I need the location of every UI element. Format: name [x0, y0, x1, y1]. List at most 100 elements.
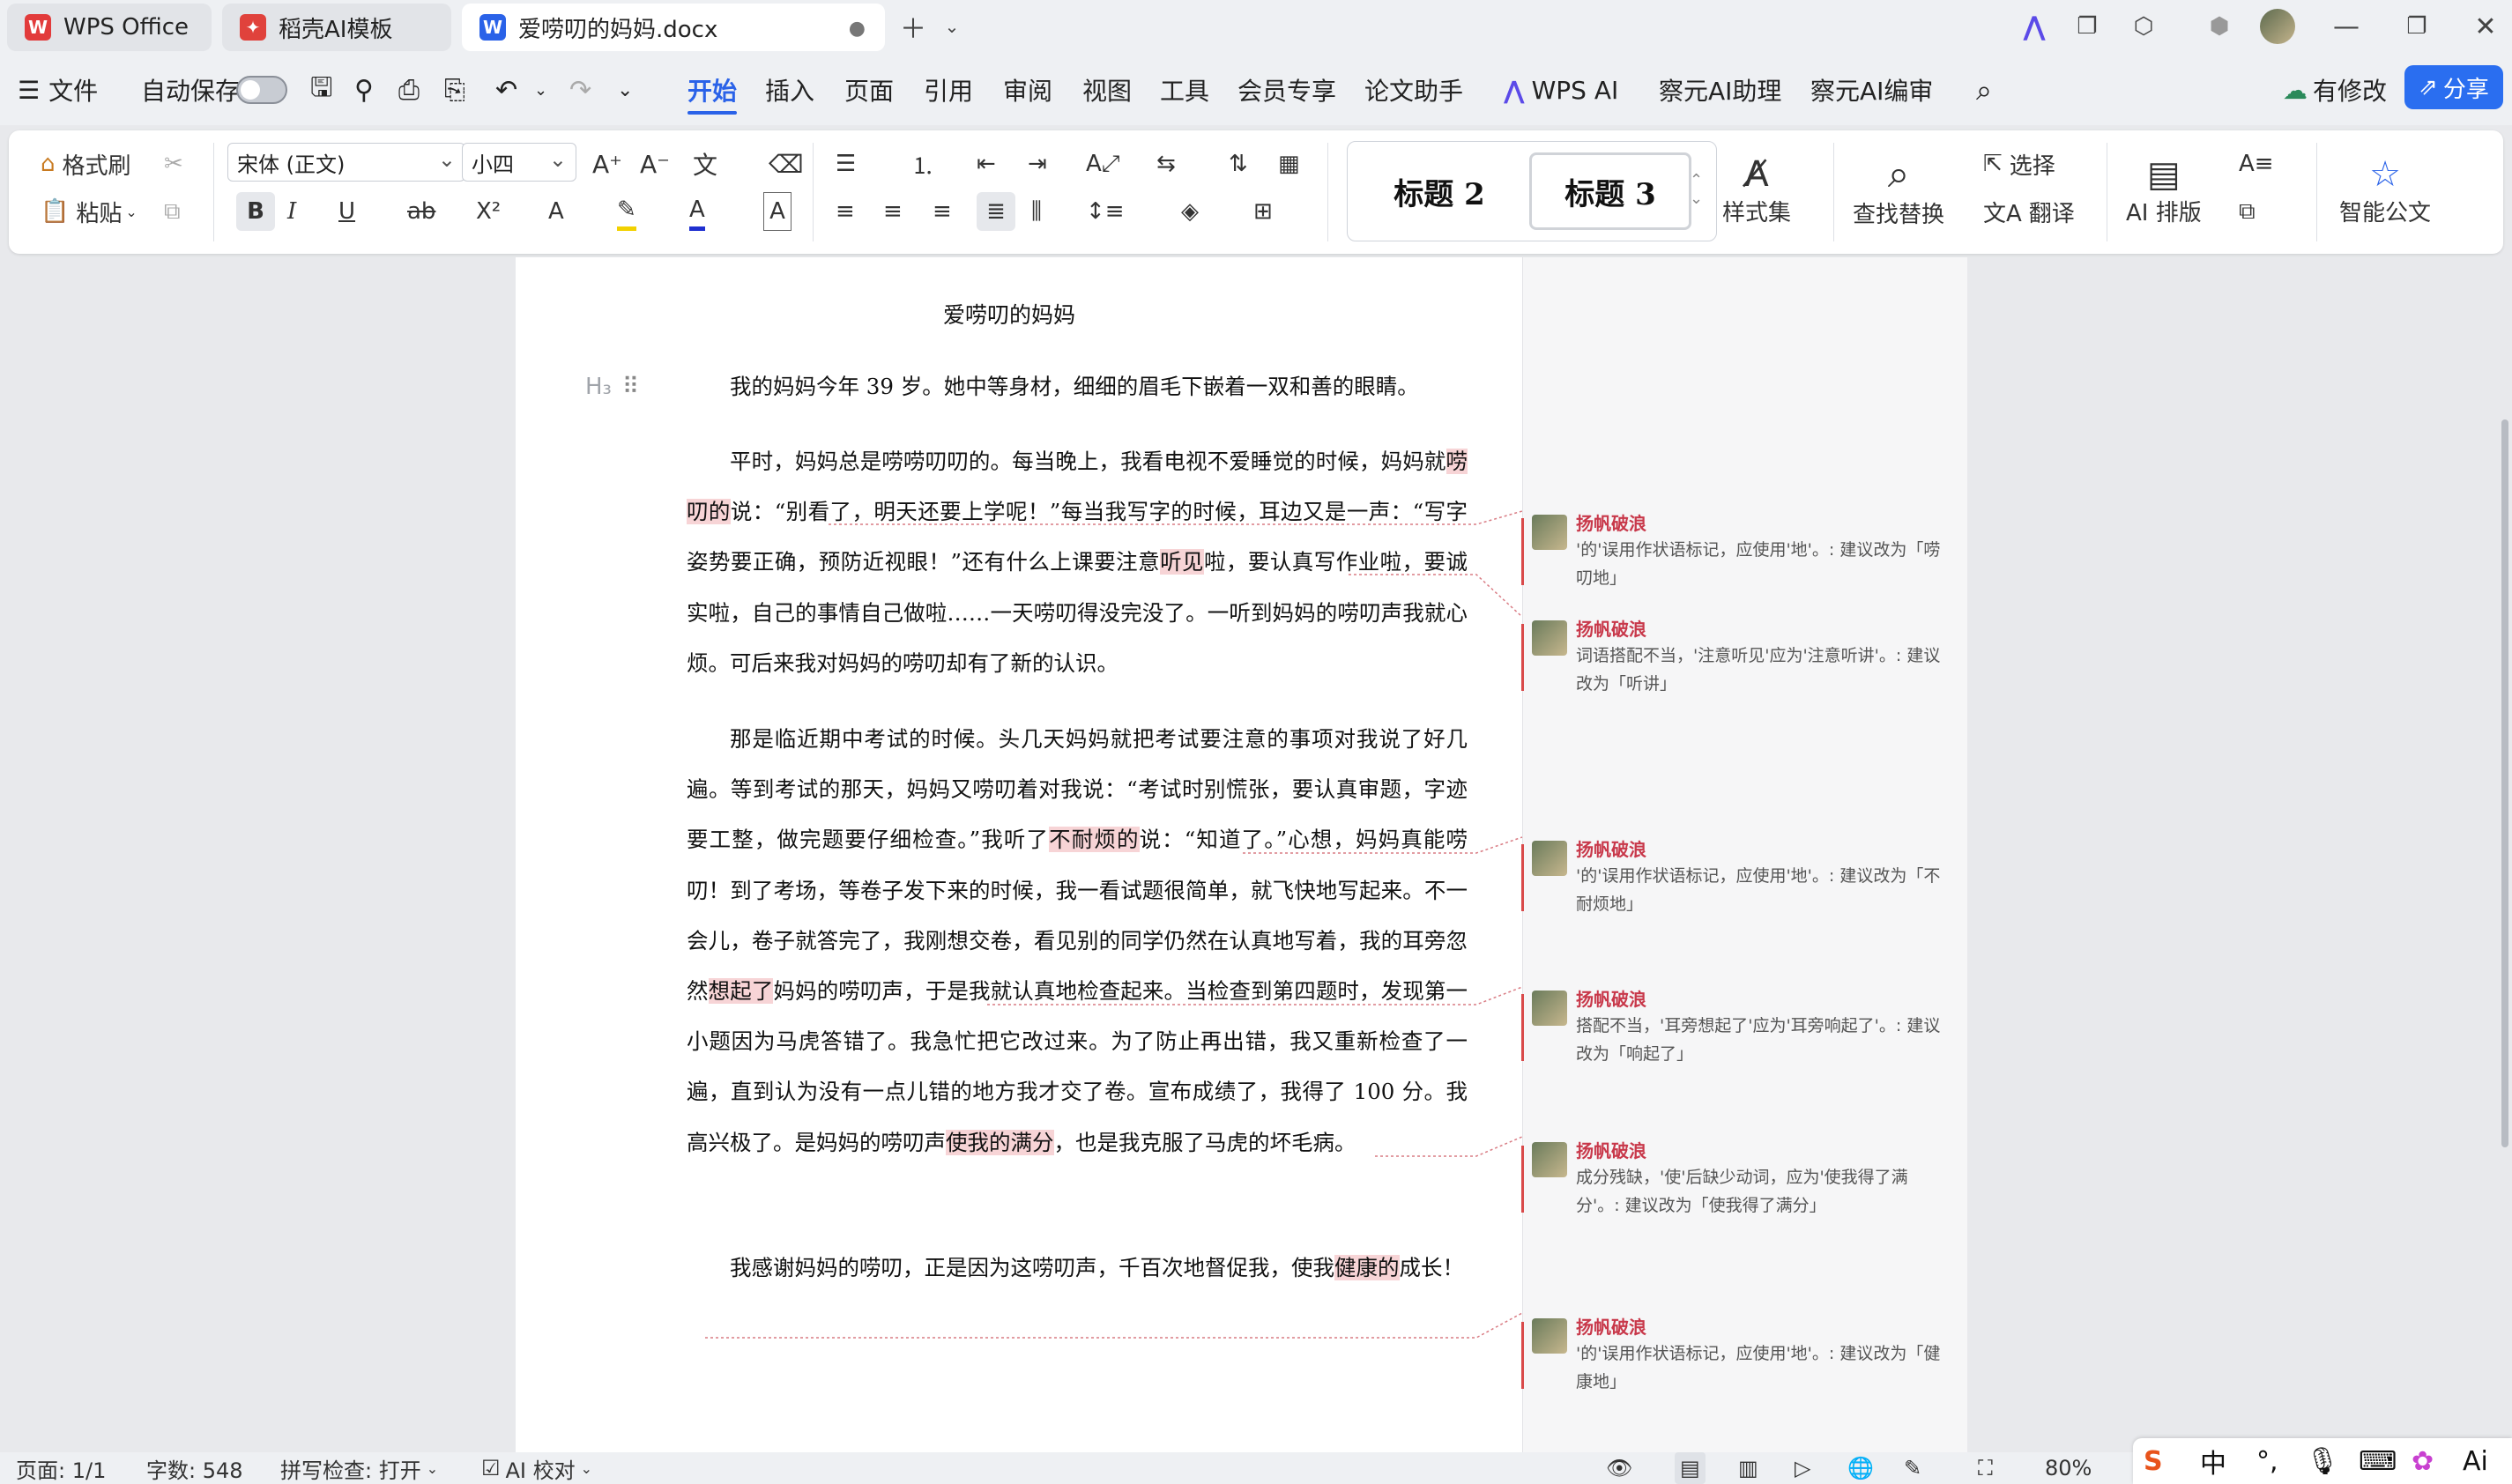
paragraph[interactable]: 我感谢妈妈的唠叨，正是因为这唠叨声，千百次地督促我，使我健康的成长！: [687, 1243, 1468, 1293]
file-menu[interactable]: ☰ 文件: [18, 55, 98, 125]
tab-tools[interactable]: 工具: [1160, 55, 1209, 125]
align-center-icon[interactable]: ≡: [883, 192, 903, 231]
close-window-icon[interactable]: ✕: [2466, 7, 2505, 46]
tab-wps-office[interactable]: W WPS Office: [7, 4, 212, 51]
close-tab-icon[interactable]: ●: [849, 18, 866, 40]
text-tools-icon[interactable]: A≡: [2239, 145, 2274, 183]
style-heading-3[interactable]: 标题 3: [1529, 152, 1691, 230]
phonetic-guide-icon[interactable]: 文: [693, 145, 717, 183]
save-icon[interactable]: 🖫: [310, 55, 333, 125]
undo-icon[interactable]: ↶: [495, 55, 517, 125]
share-button[interactable]: ⇗ 分享: [2404, 65, 2503, 109]
align-left-icon[interactable]: ≡: [836, 192, 855, 231]
tab-docer-templates[interactable]: ✦ 稻壳AI模板: [222, 4, 451, 51]
highlight-color-icon[interactable]: ✎: [617, 192, 636, 231]
link-icon[interactable]: ⚲: [354, 55, 374, 125]
tab-paper-assistant[interactable]: 论文助手: [1364, 55, 1463, 125]
style-scroll-chevron-icon[interactable]: ⌃ ⌄: [1690, 145, 1703, 234]
redo-icon[interactable]: ↷: [569, 55, 591, 125]
find-replace-button[interactable]: ⌕ 查找替换: [1853, 143, 1944, 238]
chinese-layout-icon[interactable]: ⇆: [1156, 145, 1176, 183]
pen-icon[interactable]: ✎: [1904, 1452, 1921, 1484]
fit-page-icon[interactable]: ⛶: [1978, 1452, 1993, 1484]
justify-icon[interactable]: ≣: [977, 192, 1015, 231]
tab-list-chevron-icon[interactable]: ⌄: [933, 7, 971, 46]
ai-layout-button[interactable]: ▤ AI 排版: [2126, 143, 2202, 238]
vertical-scrollbar[interactable]: [2501, 419, 2508, 1147]
ime-language[interactable]: 中: [2200, 1438, 2226, 1484]
tab-chayuan-editor[interactable]: 察元AI编审: [1810, 55, 1933, 125]
sogou-logo-icon[interactable]: S: [2144, 1438, 2163, 1484]
page-view-icon[interactable]: ▤: [1675, 1452, 1706, 1484]
format-painter-button[interactable]: ⌂ 格式刷: [41, 146, 131, 182]
window-layout-icon[interactable]: ❐: [2068, 7, 2107, 46]
shapes-icon[interactable]: ⧉: [2239, 192, 2256, 231]
shading-icon[interactable]: ◈: [1181, 192, 1199, 231]
settings-hex-icon[interactable]: ⬢: [2200, 7, 2239, 46]
web-view-icon[interactable]: 🌐: [1847, 1452, 1874, 1484]
ime-punctuation[interactable]: °,: [2256, 1438, 2278, 1484]
cube-icon[interactable]: ⬡: [2124, 7, 2163, 46]
heading-level-marker[interactable]: H₃: [585, 374, 612, 400]
paragraph[interactable]: 那是临近期中考试的时候。头几天妈妈就把考试要注意的事项对我说了好几遍。等到考试的…: [687, 714, 1468, 1168]
wps-ai-icon[interactable]: ⋀: [2015, 7, 2054, 46]
outline-view-icon[interactable]: ▥: [1738, 1452, 1758, 1484]
paste-button[interactable]: 📋 粘贴 ⌄: [41, 194, 137, 229]
minimize-icon[interactable]: —: [2327, 7, 2366, 46]
print-preview-icon[interactable]: ⎘: [444, 55, 465, 125]
new-tab-icon[interactable]: ＋: [894, 7, 933, 46]
undo-chevron-icon[interactable]: ⌄: [534, 55, 547, 125]
font-name-select[interactable]: 宋体 (正文) ⌄: [227, 143, 465, 182]
strikethrough-button[interactable]: ab: [407, 192, 435, 231]
translate-button[interactable]: 文A 翻译: [1983, 192, 2075, 231]
tab-home[interactable]: 开始: [687, 55, 738, 125]
borders-icon[interactable]: ⊞: [1253, 192, 1273, 231]
smart-doc-button[interactable]: ☆ 智能公文: [2339, 143, 2431, 238]
bold-button[interactable]: B: [236, 192, 275, 231]
microphone-icon[interactable]: 🎙: [2306, 1438, 2339, 1484]
style-heading-2[interactable]: 标题 2: [1358, 152, 1520, 230]
play-icon[interactable]: ▷: [1795, 1452, 1810, 1484]
italic-button[interactable]: I: [287, 192, 296, 231]
font-color-icon[interactable]: A: [689, 192, 705, 231]
char-border-icon[interactable]: A: [763, 192, 792, 231]
skin-icon[interactable]: ✿: [2412, 1438, 2434, 1484]
underline-button[interactable]: U: [338, 192, 355, 231]
zoom-level[interactable]: 80%: [2045, 1452, 2092, 1484]
drag-handle-icon[interactable]: ⠿: [622, 374, 639, 400]
modified-indicator[interactable]: ☁ 有修改: [2283, 55, 2387, 125]
tab-member[interactable]: 会员专享: [1237, 55, 1336, 125]
page-count[interactable]: 页面: 1/1: [16, 1452, 106, 1484]
text-effect-icon[interactable]: A: [548, 192, 564, 231]
tab-wps-ai[interactable]: ⋀ WPS AI: [1504, 55, 1618, 125]
select-button[interactable]: ⇱ 选择: [1983, 145, 2055, 183]
clear-format-icon[interactable]: ⌫: [769, 145, 804, 183]
avatar[interactable]: [2258, 7, 2297, 46]
paragraph[interactable]: 平时，妈妈总是唠唠叨叨的。每当晚上，我看电视不爱睡觉的时候，妈妈就唠叨的说：“别…: [687, 436, 1468, 688]
tab-view[interactable]: 视图: [1082, 55, 1132, 125]
text-direction-icon[interactable]: A⤢: [1086, 145, 1120, 183]
tab-document[interactable]: W 爱唠叨的妈妈.docx ●: [462, 4, 885, 51]
ai-proofread-button[interactable]: ☑ AI 校对 ⌄: [481, 1452, 592, 1484]
line-spacing-icon[interactable]: ↕≡: [1086, 192, 1125, 231]
tab-chayuan-assistant[interactable]: 察元AI助理: [1659, 55, 1781, 125]
tab-reference[interactable]: 引用: [924, 55, 973, 125]
search-icon[interactable]: ⌕: [1976, 55, 1992, 125]
paragraph[interactable]: 我的妈妈今年 39 岁。她中等身材，细细的眉毛下嵌着一双和善的眼睛。: [687, 361, 1468, 412]
copy-icon[interactable]: ⧉: [164, 194, 181, 229]
spell-check-status[interactable]: 拼写检查: 打开 ⌄: [280, 1452, 438, 1484]
more-chevron-icon[interactable]: ⌄: [617, 55, 633, 125]
autosave-toggle[interactable]: [236, 76, 287, 104]
show-marks-icon[interactable]: ▦: [1278, 145, 1300, 183]
ai-icon[interactable]: Ai: [2463, 1438, 2488, 1484]
keyboard-icon[interactable]: ⌨: [2359, 1438, 2397, 1484]
print-icon[interactable]: ⎙: [398, 55, 420, 125]
increase-indent-icon[interactable]: ⇥: [1028, 145, 1047, 183]
cut-icon[interactable]: ✂: [164, 146, 183, 182]
tab-page[interactable]: 页面: [844, 55, 894, 125]
bullet-list-icon[interactable]: ☰: [836, 145, 856, 183]
distribute-icon[interactable]: ⫼: [1031, 192, 1042, 231]
superscript-button[interactable]: X²: [476, 192, 501, 231]
align-right-icon[interactable]: ≡: [933, 192, 952, 231]
tab-insert[interactable]: 插入: [765, 55, 814, 125]
